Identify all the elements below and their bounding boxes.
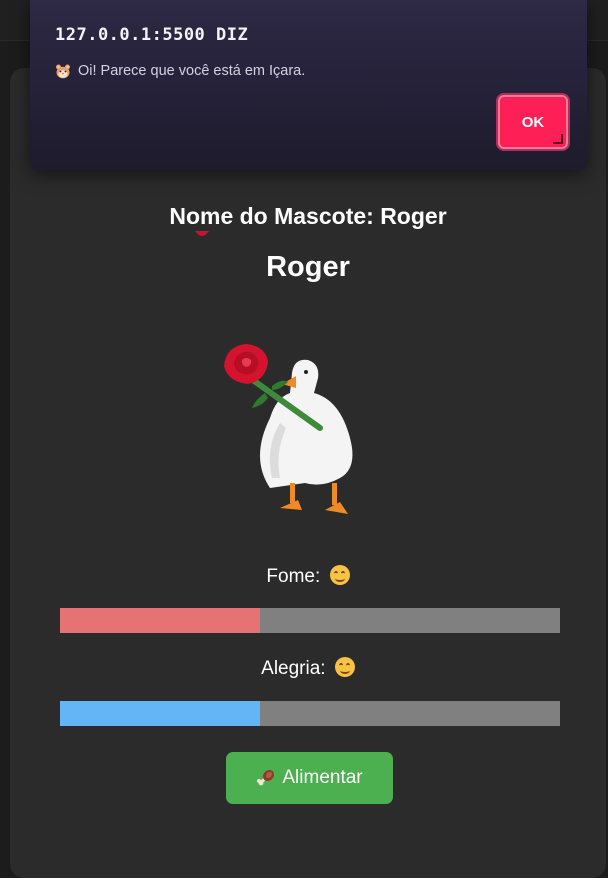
happiness-label-text: Alegria: <box>261 658 326 679</box>
smiling-face-icon <box>334 657 355 677</box>
alert-dialog: 127.0.0.1:5500 DIZ Oi! Parece que você e… <box>30 0 587 170</box>
feed-button-label: Alimentar <box>282 767 363 788</box>
pet-name: Roger <box>266 251 350 283</box>
pet-card: Nome do Mascote: Roger Roger Fome: Alegr… <box>10 68 606 878</box>
feed-button[interactable]: Alimentar <box>226 752 393 804</box>
ok-button[interactable]: OK <box>498 95 568 149</box>
dialog-title: 127.0.0.1:5500 DIZ <box>55 25 249 45</box>
smiling-face-icon <box>329 565 350 585</box>
pet-name-heading: Nome do Mascote: Roger <box>169 203 447 229</box>
dialog-message-text: Oi! Parece que você está em Içara. <box>78 63 306 79</box>
hunger-label-text: Fome: <box>266 566 321 587</box>
goose-with-rose-image <box>224 344 353 514</box>
ok-button-label: OK <box>521 113 545 131</box>
happiness-bar <box>60 701 560 726</box>
happiness-label: Alegria: <box>10 657 606 680</box>
hunger-bar <box>60 608 560 633</box>
happiness-bar-fill <box>60 701 260 726</box>
dialog-message: Oi! Parece que você está em Içara. <box>55 63 305 79</box>
rose-peek-icon <box>195 231 209 236</box>
resize-grip-icon <box>553 134 563 144</box>
hunger-bar-fill <box>60 608 260 633</box>
meat-on-bone-icon <box>257 769 275 786</box>
hamster-face-icon <box>56 64 70 79</box>
hunger-label: Fome: <box>10 565 606 588</box>
